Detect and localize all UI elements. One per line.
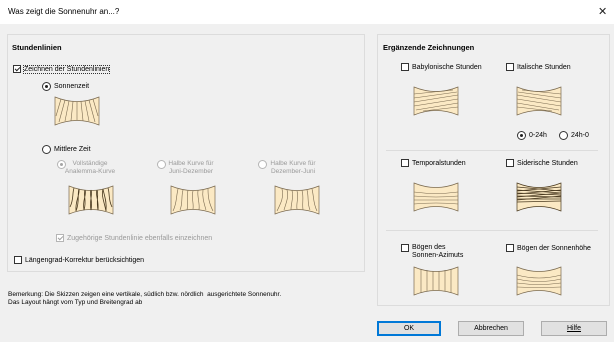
sun-time-sketch — [54, 96, 100, 126]
checkbox-box[interactable] — [401, 244, 409, 252]
additional-drawings-group-title: Ergänzende Zeichnungen — [383, 43, 475, 52]
checkbox-label: Babylonische Stunden — [412, 63, 482, 71]
radio-label: Mittlere Zeit — [54, 146, 91, 153]
help-button-label: Hilfe — [566, 325, 581, 332]
title-bar: Was zeigt die Sonnenuhr an...? ✕ — [0, 0, 614, 24]
checkbox-box[interactable] — [14, 256, 22, 264]
radio-label: 24h-0 — [571, 132, 589, 139]
checkbox-box[interactable] — [401, 63, 409, 71]
range-24h-0-radio[interactable]: 24h-0 — [559, 131, 589, 140]
close-icon[interactable]: ✕ — [598, 5, 607, 18]
altitude-arcs-sketch — [516, 266, 562, 296]
radio-circle[interactable] — [42, 82, 51, 91]
sun-time-radio[interactable]: Sonnenzeit — [42, 82, 89, 91]
checkbox-label: Zugehörige Stundenlinie ebenfalls einzei… — [67, 234, 213, 242]
altitude-arcs-checkbox[interactable]: Bögen der Sonnenhöhe — [506, 244, 591, 252]
radio-label: 0-24h — [529, 132, 547, 139]
ok-button[interactable]: OK — [377, 321, 441, 336]
checkbox-label: Temporalstunden — [412, 159, 466, 167]
also-draw-hour-line-checkbox[interactable]: Zugehörige Stundenlinie ebenfalls einzei… — [56, 234, 212, 242]
checkbox-label: Siderische Stunden — [517, 159, 578, 167]
checkbox-label: Bögen des Sonnen-Azimuts — [412, 244, 464, 259]
half-curve-dec-jun-sketch — [274, 185, 320, 215]
radio-circle[interactable] — [559, 131, 568, 140]
hour-lines-group-title: Stundenlinien — [12, 43, 62, 52]
half-curve-jun-dec-label: Halbe Kurve für Juni-Dezember — [168, 160, 214, 175]
checkbox-box[interactable] — [506, 63, 514, 71]
analemma-full-label: Vollständige Analemma-Kurve — [64, 160, 116, 175]
sidereal-hours-sketch — [516, 182, 562, 212]
babylonian-hours-checkbox[interactable]: Babylonische Stunden — [401, 63, 482, 71]
separator-line — [386, 150, 598, 151]
radio-circle[interactable] — [517, 131, 526, 140]
babylonian-hours-sketch — [413, 86, 459, 116]
note-text: Bemerkung: Die Skizzen zeigen eine verti… — [8, 291, 282, 306]
cancel-button[interactable]: Abbrechen — [458, 321, 524, 336]
additional-drawings-group — [377, 34, 610, 306]
longitude-correction-checkbox[interactable]: Längengrad-Korrektur berücksichtigen — [14, 256, 144, 264]
half-curve-jun-dec-sketch — [170, 185, 216, 215]
mean-time-radio[interactable]: Mittlere Zeit — [42, 145, 91, 154]
radio-label: Sonnenzeit — [54, 83, 90, 90]
temporal-hours-checkbox[interactable]: Temporalstunden — [401, 159, 466, 167]
temporal-hours-sketch — [413, 182, 459, 212]
italic-hours-sketch — [516, 86, 562, 116]
checkbox-label: Italische Stunden — [517, 63, 571, 71]
separator-line — [386, 230, 598, 231]
sidereal-hours-checkbox[interactable]: Siderische Stunden — [506, 159, 578, 167]
checkbox-label: Längengrad-Korrektur berücksichtigen — [25, 256, 145, 264]
help-button[interactable]: Hilfe — [541, 321, 607, 336]
draw-hour-lines-checkbox[interactable]: Zeichnen der Stundenlinien — [13, 64, 111, 74]
radio-circle[interactable] — [42, 145, 51, 154]
azimuth-arcs-checkbox[interactable]: Bögen des Sonnen-Azimuts — [401, 244, 463, 260]
checkbox-box[interactable] — [56, 234, 64, 242]
azimuth-arcs-sketch — [413, 266, 459, 296]
range-0-24h-radio[interactable]: 0-24h — [517, 131, 547, 140]
dialog-title: Was zeigt die Sonnenuhr an...? — [8, 7, 120, 16]
checkbox-box[interactable] — [13, 65, 21, 73]
checkbox-box[interactable] — [506, 244, 514, 252]
analemma-full-sketch — [68, 185, 114, 215]
checkbox-label: Bögen der Sonnenhöhe — [517, 244, 591, 252]
checkbox-box[interactable] — [401, 159, 409, 167]
checkbox-label: Zeichnen der Stundenlinien — [22, 64, 111, 74]
checkbox-box[interactable] — [506, 159, 514, 167]
italic-hours-checkbox[interactable]: Italische Stunden — [506, 63, 571, 71]
half-curve-dec-jun-label: Halbe Kurve für Dezember-Juni — [270, 160, 316, 175]
